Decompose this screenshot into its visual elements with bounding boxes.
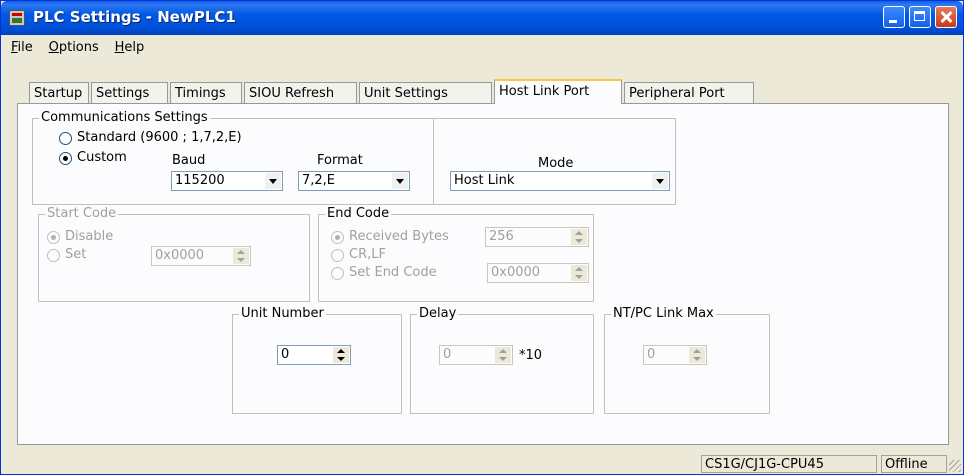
delay-title: Delay <box>417 306 459 322</box>
standard-radio[interactable] <box>59 132 72 145</box>
menu-help[interactable]: Help <box>109 37 151 58</box>
tab-siou-refresh[interactable]: SIOU Refresh <box>244 82 357 103</box>
tab-peripheral-port[interactable]: Peripheral Port <box>624 82 754 103</box>
format-value: 7,2,E <box>302 173 336 188</box>
unit-number-title: Unit Number <box>239 306 326 322</box>
set-end-code-radio[interactable] <box>331 267 344 280</box>
chevron-down-icon[interactable] <box>265 173 281 189</box>
start-code-group: Start Code Disable Set 0x0000 <box>38 206 310 302</box>
spin-down-icon[interactable] <box>571 273 587 281</box>
spin-down-icon[interactable] <box>495 355 511 363</box>
unit-number-value: 0 <box>281 347 290 362</box>
chevron-down-icon[interactable] <box>652 173 668 189</box>
status-mode: Offline <box>881 455 947 473</box>
resize-grip-icon[interactable] <box>949 460 961 472</box>
set-end-code-value: 0x0000 <box>491 265 541 280</box>
end-code-group: End Code Received Bytes 256 CR,LF Set En… <box>318 206 594 302</box>
status-cpu-model: CS1G/CJ1G-CPU45 <box>701 455 877 473</box>
delay-value: 0 <box>443 347 452 362</box>
spin-down-icon[interactable] <box>571 237 587 245</box>
ntpc-link-max-title: NT/PC Link Max <box>611 306 716 322</box>
spin-up-icon[interactable] <box>571 229 587 237</box>
tab-settings[interactable]: Settings <box>91 82 168 103</box>
window-title: PLC Settings - NewPLC1 <box>33 8 236 26</box>
start-code-title: Start Code <box>45 206 119 222</box>
spin-up-icon[interactable] <box>571 265 587 273</box>
ntpc-link-max-value: 0 <box>647 347 656 362</box>
plc-settings-window: PLC Settings - NewPLC1 File Options Help… <box>0 0 964 475</box>
spin-down-icon[interactable] <box>333 355 349 363</box>
communications-settings-group: Communications Settings Standard (9600 ;… <box>32 110 434 205</box>
status-bar: CS1G/CJ1G-CPU45 Offline <box>1 452 963 474</box>
standard-label: Standard (9600 ; 1,7,2,E) <box>77 130 242 145</box>
format-label: Format <box>317 153 363 168</box>
start-set-label: Set <box>65 247 87 262</box>
mode-select[interactable]: Host Link <box>450 171 670 191</box>
received-bytes-value: 256 <box>489 229 514 244</box>
tab-host-link-port[interactable]: Host Link Port <box>494 79 622 104</box>
spin-up-icon[interactable] <box>495 347 511 355</box>
baud-label: Baud <box>172 153 206 168</box>
spin-down-icon[interactable] <box>689 355 705 363</box>
format-select[interactable]: 7,2,E <box>298 171 410 191</box>
plc-app-icon <box>9 10 25 26</box>
baud-select[interactable]: 115200 <box>171 171 283 191</box>
unit-number-stepper[interactable]: 0 <box>277 345 351 365</box>
custom-label: Custom <box>77 150 127 165</box>
delay-group: Delay 0 *10 <box>410 306 594 414</box>
menu-options[interactable]: Options <box>43 37 105 58</box>
tab-timings[interactable]: Timings <box>170 82 242 103</box>
start-disable-radio[interactable] <box>47 231 60 244</box>
spin-down-icon[interactable] <box>233 256 249 264</box>
set-end-code-label: Set End Code <box>349 265 437 280</box>
minimize-button[interactable] <box>883 6 905 28</box>
menu-file[interactable]: File <box>5 37 39 58</box>
mode-label: Mode <box>538 156 574 171</box>
crlf-label: CR,LF <box>349 247 386 262</box>
host-link-port-panel: Communications Settings Standard (9600 ;… <box>17 103 949 445</box>
mode-group: Mode Host Link <box>434 118 676 205</box>
delay-stepper[interactable]: 0 <box>439 345 513 365</box>
start-code-value: 0x0000 <box>155 248 205 263</box>
received-bytes-label: Received Bytes <box>349 229 449 244</box>
unit-number-group: Unit Number 0 <box>232 306 402 414</box>
start-disable-label: Disable <box>65 229 114 244</box>
communications-settings-title: Communications Settings <box>39 110 210 126</box>
chevron-down-icon[interactable] <box>392 173 408 189</box>
mode-value: Host Link <box>454 173 515 188</box>
title-bar[interactable]: PLC Settings - NewPLC1 <box>1 1 963 35</box>
close-button[interactable] <box>935 6 957 28</box>
received-bytes-radio[interactable] <box>331 231 344 244</box>
tab-unit-settings[interactable]: Unit Settings <box>359 82 492 103</box>
menu-bar: File Options Help <box>5 37 150 57</box>
ntpc-link-max-group: NT/PC Link Max 0 <box>604 306 770 414</box>
tab-startup[interactable]: Startup <box>29 82 89 103</box>
custom-radio[interactable] <box>59 152 72 165</box>
start-code-stepper[interactable]: 0x0000 <box>151 246 251 266</box>
end-code-title: End Code <box>325 206 392 222</box>
delay-unit-label: *10 <box>519 348 543 363</box>
crlf-radio[interactable] <box>331 249 344 262</box>
received-bytes-stepper[interactable]: 256 <box>485 227 589 247</box>
ntpc-link-max-stepper[interactable]: 0 <box>643 345 707 365</box>
start-set-radio[interactable] <box>47 249 60 262</box>
spin-up-icon[interactable] <box>689 347 705 355</box>
set-end-code-stepper[interactable]: 0x0000 <box>487 263 589 283</box>
baud-value: 115200 <box>175 173 225 188</box>
spin-up-icon[interactable] <box>233 248 249 256</box>
maximize-button[interactable] <box>909 6 931 28</box>
spin-up-icon[interactable] <box>333 347 349 355</box>
